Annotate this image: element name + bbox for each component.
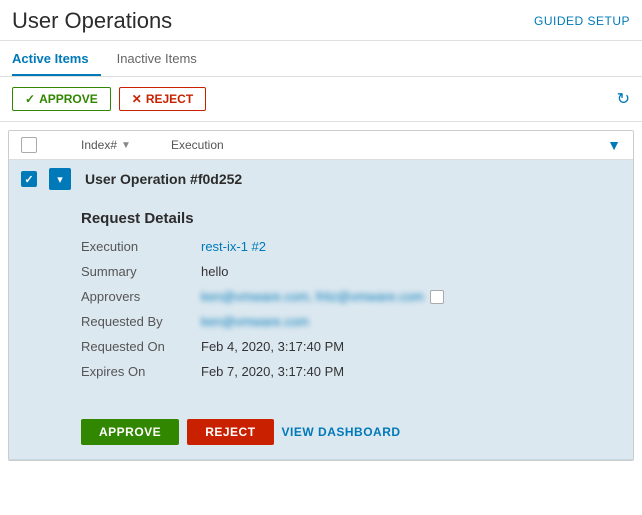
action-bar: APPROVE REJECT VIEW DASHBOARD xyxy=(9,405,633,459)
detail-expires-on: Expires On Feb 7, 2020, 3:17:40 PM xyxy=(81,364,617,379)
label-requested-by: Requested By xyxy=(81,314,201,329)
expand-button[interactable]: ▾ xyxy=(49,168,71,190)
row-expand-cell: ▾ xyxy=(49,168,81,190)
filter-icon[interactable]: ▼ xyxy=(607,137,621,153)
detail-requested-on: Requested On Feb 4, 2020, 3:17:40 PM xyxy=(81,339,617,354)
value-requested-on: Feb 4, 2020, 3:17:40 PM xyxy=(201,339,344,354)
detail-approvers: Approvers ken@vmware.com, fritz@vmware.c… xyxy=(81,289,617,304)
row-title: User Operation #f0d252 xyxy=(85,171,242,187)
page-header: User Operations GUIDED SETUP xyxy=(0,0,642,41)
row-checkbox-cell xyxy=(21,171,49,187)
detail-panel: Request Details Execution rest-ix-1 #2 S… xyxy=(9,198,633,405)
detail-summary: Summary hello xyxy=(81,264,617,279)
guided-setup-link[interactable]: GUIDED SETUP xyxy=(534,14,630,28)
tab-inactive-items[interactable]: Inactive Items xyxy=(117,41,209,76)
header-execution: Execution xyxy=(171,138,607,152)
approvers-container: ken@vmware.com, fritz@vmware.com xyxy=(201,289,444,304)
label-execution: Execution xyxy=(81,239,201,254)
header-checkbox-cell xyxy=(21,137,49,153)
value-approvers: ken@vmware.com, fritz@vmware.com xyxy=(201,289,424,304)
action-reject-button[interactable]: REJECT xyxy=(187,419,273,445)
label-expires-on: Expires On xyxy=(81,364,201,379)
row-checkbox[interactable] xyxy=(21,171,37,187)
reject-button[interactable]: ✕ REJECT xyxy=(119,87,206,111)
detail-requested-by: Requested By ken@vmware.com xyxy=(81,314,617,329)
tab-bar: Active Items Inactive Items xyxy=(0,41,642,77)
value-summary: hello xyxy=(201,264,228,279)
value-requested-by: ken@vmware.com xyxy=(201,314,309,329)
select-all-checkbox[interactable] xyxy=(21,137,37,153)
label-approvers: Approvers xyxy=(81,289,201,304)
check-icon: ✓ xyxy=(25,92,35,106)
value-execution[interactable]: rest-ix-1 #2 xyxy=(201,239,266,254)
main-container: Index# ▼ Execution ▼ ▾ User Operation #f… xyxy=(8,130,634,461)
table-row: ▾ User Operation #f0d252 Request Details… xyxy=(9,160,633,460)
x-icon: ✕ xyxy=(132,92,142,106)
header-index: Index# ▼ xyxy=(81,138,171,152)
sort-icon[interactable]: ▼ xyxy=(121,140,131,151)
value-expires-on: Feb 7, 2020, 3:17:40 PM xyxy=(201,364,344,379)
approve-button[interactable]: ✓ APPROVE xyxy=(12,87,111,111)
action-approve-button[interactable]: APPROVE xyxy=(81,419,179,445)
tab-active-items[interactable]: Active Items xyxy=(12,41,101,76)
table-header: Index# ▼ Execution ▼ xyxy=(9,131,633,160)
label-summary: Summary xyxy=(81,264,201,279)
refresh-icon[interactable]: ↻ xyxy=(617,89,630,109)
detail-section-title: Request Details xyxy=(81,210,617,227)
page-title: User Operations xyxy=(12,8,172,34)
detail-execution: Execution rest-ix-1 #2 xyxy=(81,239,617,254)
row-header: ▾ User Operation #f0d252 xyxy=(9,160,633,198)
approver-checkbox[interactable] xyxy=(430,290,444,304)
label-requested-on: Requested On xyxy=(81,339,201,354)
toolbar: ✓ APPROVE ✕ REJECT ↻ xyxy=(0,77,642,122)
view-dashboard-button[interactable]: VIEW DASHBOARD xyxy=(282,425,401,439)
